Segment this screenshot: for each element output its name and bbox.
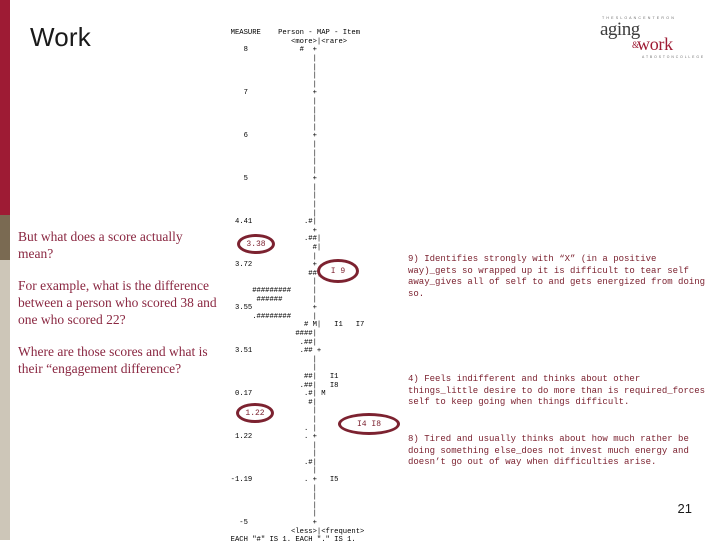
wright-map-body: MEASURE Person - MAP - Item <more>|<rare… [230,29,365,545]
item-description-4: 4) Feels indifferent and thinks about ot… [408,374,706,407]
sidebar-segment-tan [0,260,10,540]
aging-and-work-logo: T H E S L O A N C E N T E R O N aging &w… [584,16,704,62]
annotation-ellipse-item-9: I 9 [317,259,359,283]
narrative-paragraph-1: But what does a score actually mean? [18,229,183,261]
annotation-ellipse-score-22: 1.22 [236,403,274,423]
page-title: Work [30,22,91,52]
logo-ampersand: & [632,40,640,50]
item-description-8: 8) Tired and usually thinks about how mu… [408,434,689,467]
decorative-sidebar [0,0,10,540]
page-number: 21 [677,501,692,516]
logo-bottom-line: A T B O S T O N C O L L E G E [642,55,704,59]
narrative-paragraph-3: Where are those scores and what is their… [18,344,208,376]
sidebar-segment-red [0,0,10,215]
item-description-9: 9) Identifies strongly with “X” (in a po… [408,254,706,299]
wright-map-chart: MEASURE Person - MAP - Item <more>|<rare… [222,12,402,544]
annotation-ellipse-score-38: 3.38 [237,234,275,254]
annotation-ellipse-items-4-8: I4 I8 [338,413,400,435]
sidebar-segment-brown [0,215,10,260]
narrative-paragraph-2: For example, what is the difference betw… [18,278,217,327]
narrative-text-block: But what does a score actually mean? For… [18,228,218,392]
logo-word-work: work [637,34,673,54]
